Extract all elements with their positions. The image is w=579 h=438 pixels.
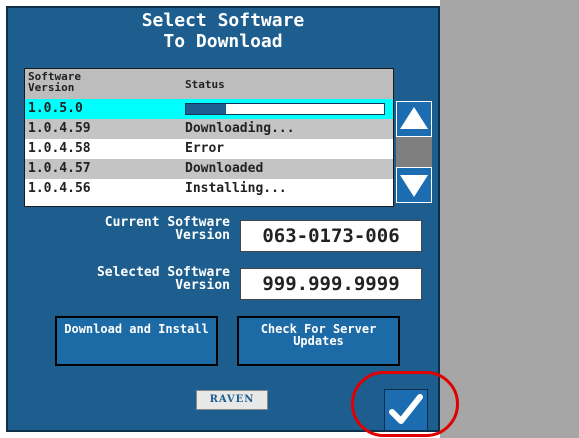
row-version: 1.0.4.58 [28,141,91,156]
row-status: Error [185,141,225,156]
current-version-value: 063-0173-006 [240,220,422,252]
table-row[interactable]: 1.0.4.58 Error [25,139,393,159]
scroll-up-button[interactable] [396,101,432,137]
header-status: Status [185,78,225,91]
title-line-1: Select Software [141,10,305,31]
scroll-down-button[interactable] [396,167,432,203]
row-version: 1.0.4.59 [28,121,91,136]
row-version: 1.0.4.56 [28,181,91,196]
row-status: Installing... [185,181,287,196]
check-updates-label: Check For Server Updates [260,322,377,348]
table-row[interactable]: 1.0.4.56 Installing... [25,179,393,199]
current-version-label: Current Software Version [48,216,230,242]
row-status: Downloading... [185,121,295,136]
side-panel [440,0,579,438]
selected-version-label: Selected Software Version [48,266,230,292]
row-version: 1.0.5.0 [28,101,83,116]
selected-version-label-text: Selected Software Version [96,265,230,293]
check-updates-button[interactable]: Check For Server Updates [237,316,400,366]
download-install-label: Download and Install [64,322,209,336]
current-version-label-text: Current Software Version [104,215,230,243]
download-install-button[interactable]: Download and Install [55,316,218,366]
row-version: 1.0.4.57 [28,161,91,176]
table-header: Software Version Status [25,69,393,99]
row-status: Downloaded [185,161,264,176]
progress-fill [186,104,226,114]
select-software-dialog: Select Software To Download Software Ver… [6,6,440,432]
table-row[interactable]: 1.0.5.0 [25,99,393,119]
title-line-2: To Download [163,31,283,52]
confirm-highlight-circle [351,371,459,437]
table-row[interactable]: 1.0.4.59 Downloading... [25,119,393,139]
down-arrow-icon [400,175,428,197]
table-row[interactable]: 1.0.4.57 Downloaded [25,159,393,179]
selected-version-value: 999.999.9999 [240,268,422,300]
raven-logo: RAVEN [196,390,268,410]
dialog-title: Select Software To Download [8,10,438,52]
up-arrow-icon [400,107,428,129]
download-progress-bar [185,103,385,115]
software-table: Software Version Status 1.0.5.0 1.0.4.59… [24,68,394,207]
header-software-version: Software Version [28,70,81,94]
